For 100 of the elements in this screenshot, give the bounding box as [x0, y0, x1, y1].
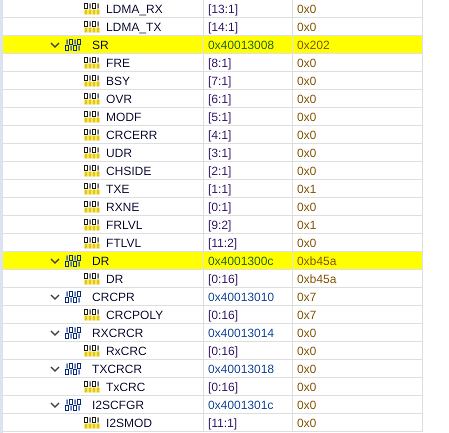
register-row[interactable]: RXCRCR 0x40013014 0x0 — [3, 324, 423, 342]
bit-range: [11:1] — [208, 416, 238, 430]
field-row[interactable]: OVR [6:1] 0x0 — [3, 90, 423, 108]
binary-register-icon — [65, 38, 82, 50]
field-name: I2SMOD — [106, 416, 152, 430]
field-name: FRE — [106, 56, 130, 70]
bit-field-icon — [84, 92, 101, 104]
field-value: 0x0 — [297, 2, 316, 16]
bit-field-icon — [84, 56, 101, 68]
register-value: 0x0 — [297, 362, 316, 376]
field-value: 0x0 — [297, 74, 316, 88]
binary-register-icon — [65, 362, 82, 374]
bit-range: [0:16] — [208, 344, 238, 358]
bit-field-icon — [84, 110, 101, 122]
field-name: LDMA_RX — [106, 2, 163, 16]
bit-range: [3:1] — [208, 146, 232, 160]
field-value: 0x0 — [297, 146, 316, 160]
chevron-icon[interactable] — [50, 328, 60, 336]
field-name: UDR — [106, 146, 132, 160]
register-row[interactable]: I2SCFGR 0x4001301c 0x0 — [3, 396, 423, 414]
field-row[interactable]: RxCRC [0:16] 0x0 — [3, 342, 423, 360]
chevron-icon[interactable] — [50, 292, 60, 300]
field-value: 0x0 — [297, 236, 316, 250]
register-row[interactable]: CRCPR 0x40013010 0x7 — [3, 288, 423, 306]
field-name: CHSIDE — [106, 164, 152, 178]
binary-register-icon — [65, 254, 82, 266]
register-name: I2SCFGR — [92, 398, 144, 412]
field-name: CRCPOLY — [106, 308, 164, 322]
chevron-icon[interactable] — [50, 364, 60, 372]
field-row[interactable]: CRCPOLY [0:16] 0x7 — [3, 306, 423, 324]
field-value: 0x0 — [297, 164, 316, 178]
bit-field-icon — [84, 236, 101, 248]
field-value: 0x0 — [297, 20, 316, 34]
register-value: 0x0 — [297, 398, 316, 412]
field-value: 0x0 — [297, 56, 316, 70]
register-address: 0x40013008 — [208, 38, 274, 52]
bit-field-icon — [84, 146, 101, 158]
bit-range: [1:1] — [208, 182, 232, 196]
bit-field-icon — [84, 272, 101, 284]
bit-field-icon — [84, 344, 101, 356]
bit-field-icon — [84, 380, 101, 392]
binary-register-icon — [65, 398, 82, 410]
field-row[interactable]: TXE [1:1] 0x1 — [3, 180, 423, 198]
register-value: 0xb45a — [297, 254, 336, 268]
bit-range: [5:1] — [208, 110, 232, 124]
field-row[interactable]: FRE [8:1] 0x0 — [3, 54, 423, 72]
register-value: 0x0 — [297, 326, 316, 340]
bit-field-icon — [84, 164, 101, 176]
field-name: DR — [106, 272, 124, 286]
chevron-icon[interactable] — [50, 256, 60, 264]
field-row[interactable]: MODF [5:1] 0x0 — [3, 108, 423, 126]
field-name: FRLVL — [106, 218, 142, 232]
field-value: 0x7 — [297, 308, 316, 322]
field-value: 0x0 — [297, 344, 316, 358]
bit-field-icon — [84, 128, 101, 140]
field-row[interactable]: CHSIDE [2:1] 0x0 — [3, 162, 423, 180]
field-row[interactable]: CRCERR [4:1] 0x0 — [3, 126, 423, 144]
field-name: RXNE — [106, 200, 140, 214]
field-value: 0x0 — [297, 200, 316, 214]
bit-field-icon — [84, 182, 101, 194]
bit-range: [2:1] — [208, 164, 232, 178]
register-address: 0x40013010 — [208, 290, 274, 304]
field-row[interactable]: FRLVL [9:2] 0x1 — [3, 216, 423, 234]
bit-field-icon — [84, 2, 101, 14]
field-row[interactable]: DR [0:16] 0xb45a — [3, 270, 423, 288]
register-row[interactable]: DR 0x4001300c 0xb45a — [3, 252, 423, 270]
field-row[interactable]: I2SMOD [11:1] 0x0 — [3, 414, 423, 432]
bit-range: [9:2] — [208, 218, 232, 232]
field-row[interactable]: RXNE [0:1] 0x0 — [3, 198, 423, 216]
field-value: 0x0 — [297, 416, 316, 430]
chevron-icon[interactable] — [50, 40, 60, 48]
register-row[interactable]: TXCRCR 0x40013018 0x0 — [3, 360, 423, 378]
chevron-icon[interactable] — [50, 400, 60, 408]
register-row[interactable]: SR 0x40013008 0x202 — [3, 36, 423, 54]
field-value: 0x1 — [297, 182, 316, 196]
field-name: LDMA_TX — [106, 20, 162, 34]
binary-register-icon — [65, 290, 82, 302]
bit-field-icon — [84, 218, 101, 230]
field-row[interactable]: BSY [7:1] 0x0 — [3, 72, 423, 90]
register-value: 0x202 — [297, 38, 330, 52]
register-address: 0x4001300c — [208, 254, 274, 268]
register-address: 0x40013018 — [208, 362, 274, 376]
field-value: 0x0 — [297, 128, 316, 142]
field-row[interactable]: UDR [3:1] 0x0 — [3, 144, 423, 162]
bit-field-icon — [84, 416, 101, 428]
field-name: RxCRC — [106, 344, 147, 358]
field-name: CRCERR — [106, 128, 158, 142]
bit-range: [8:1] — [208, 56, 232, 70]
bit-range: [6:1] — [208, 92, 232, 106]
field-name: OVR — [106, 92, 132, 106]
register-name: DR — [92, 254, 110, 268]
field-name: MODF — [106, 110, 142, 124]
bit-field-icon — [84, 308, 101, 320]
bit-range: [4:1] — [208, 128, 232, 142]
bit-range: [11:2] — [208, 236, 238, 250]
register-name: TXCRCR — [92, 362, 142, 376]
field-row[interactable]: TxCRC [0:16] 0x0 — [3, 378, 423, 396]
field-name: BSY — [106, 74, 130, 88]
field-row[interactable]: LDMA_RX [13:1] 0x0 — [3, 0, 423, 18]
field-value: 0x0 — [297, 380, 316, 394]
